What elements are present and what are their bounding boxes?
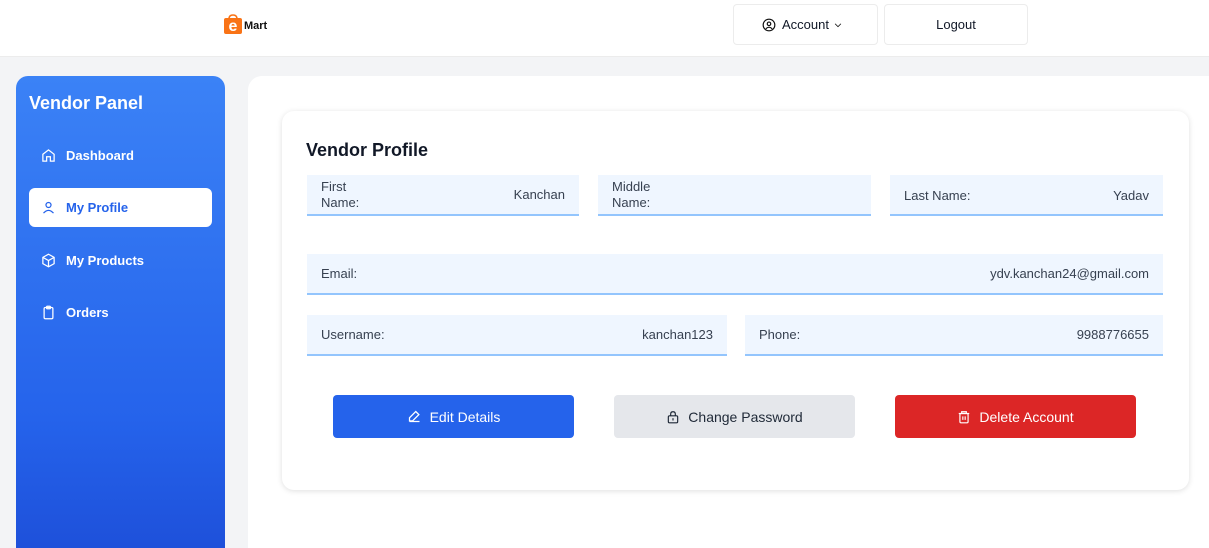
sidebar-item-dashboard[interactable]: Dashboard <box>29 136 212 175</box>
chevron-down-icon <box>834 22 842 27</box>
sidebar-item-label: My Products <box>66 253 145 268</box>
box-icon <box>42 253 55 268</box>
phone-value: 9988776655 <box>1076 327 1149 342</box>
first-name-field[interactable]: First Name: Kanchan <box>307 175 579 216</box>
account-menu-button[interactable]: Account <box>733 4 878 45</box>
edit-details-label: Edit Details <box>429 408 501 425</box>
edit-details-button[interactable]: Edit Details <box>333 395 574 438</box>
vendor-profile-card: Vendor Profile First Name: Kanchan Middl… <box>282 111 1189 490</box>
lock-icon <box>668 410 679 423</box>
username-field[interactable]: Username: kanchan123 <box>307 315 727 356</box>
logout-button[interactable]: Logout <box>884 4 1028 45</box>
middle-name-label: Middle Name: <box>612 178 651 210</box>
edit-icon <box>408 410 420 423</box>
sidebar-item-my-products[interactable]: My Products <box>29 241 212 280</box>
delete-account-label: Delete Account <box>979 408 1074 425</box>
shopping-bag-logo-icon: e <box>223 14 243 35</box>
delete-account-button[interactable]: Delete Account <box>895 395 1136 438</box>
sidebar-item-label: Dashboard <box>66 148 134 163</box>
page-title: Vendor Profile <box>306 140 429 160</box>
phone-field[interactable]: Phone: 9988776655 <box>745 315 1163 356</box>
sidebar-item-orders[interactable]: Orders <box>29 293 212 332</box>
svg-text:e: e <box>229 18 238 34</box>
sidebar-item-label: My Profile <box>66 200 129 215</box>
account-label: Account <box>782 17 829 32</box>
last-name-label: Last Name: <box>904 188 971 203</box>
logo[interactable]: e Mart <box>223 14 268 35</box>
middle-name-field[interactable]: Middle Name: <box>598 175 871 216</box>
home-icon <box>42 149 55 162</box>
last-name-value: Yadav <box>1113 188 1149 203</box>
sidebar: Vendor Panel Dashboard My Profile My Pro… <box>16 76 225 548</box>
trash-icon <box>959 410 970 423</box>
change-password-button[interactable]: Change Password <box>614 395 855 438</box>
sidebar-title: Vendor Panel <box>29 93 144 113</box>
email-label: Email: <box>321 265 358 281</box>
first-name-value: Kanchan <box>513 187 565 202</box>
phone-label: Phone: <box>759 326 801 342</box>
top-header: e Mart Account Logout <box>0 0 1209 57</box>
clipboard-icon <box>43 305 54 320</box>
logo-text: Mart <box>244 19 268 32</box>
username-value: kanchan123 <box>642 327 713 342</box>
first-name-label: First Name: <box>321 178 360 210</box>
sidebar-item-label: Orders <box>66 305 109 320</box>
last-name-field[interactable]: Last Name: Yadav <box>890 175 1163 216</box>
change-password-label: Change Password <box>688 408 803 425</box>
user-circle-icon <box>762 18 776 31</box>
user-icon <box>43 201 54 214</box>
logout-label: Logout <box>936 17 976 32</box>
email-value: ydv.kanchan24@gmail.com <box>990 266 1149 281</box>
email-field[interactable]: Email: ydv.kanchan24@gmail.com <box>307 254 1163 295</box>
sidebar-item-my-profile[interactable]: My Profile <box>29 188 212 227</box>
username-label: Username: <box>321 326 385 342</box>
